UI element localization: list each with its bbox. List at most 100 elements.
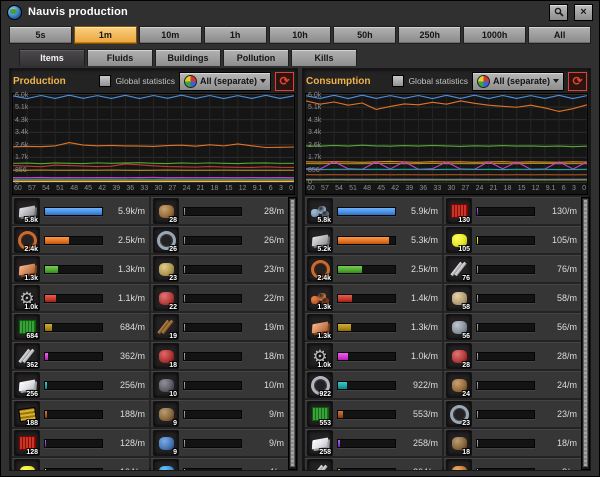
time-button-250h[interactable]: 250h [398,26,462,44]
search-button[interactable] [549,3,568,21]
item-entry[interactable]: 2.4k 2.5k/m [12,226,149,254]
item-entry[interactable]: 553 553/m [305,400,442,428]
item-entry[interactable]: 19 19/m [151,313,288,341]
item-entry[interactable]: ⚙ 1.0k 1.0k/m [305,342,442,370]
production-scrollbar[interactable] [288,197,297,470]
item-entry[interactable]: 28 28/m [444,342,581,370]
iron-ore-icon[interactable]: 5.8k [307,198,333,224]
item-entry[interactable]: 22 22/m [151,284,288,312]
copper-ore-icon[interactable]: 1.3k [307,285,333,311]
item-entry[interactable]: 9 9/m [151,429,288,457]
red-machine-item-icon[interactable]: 22 [153,285,179,311]
item-entry[interactable]: 76 76/m [444,255,581,283]
iron-plate-icon[interactable]: 5.8k [14,198,40,224]
transport-belt-icon[interactable]: 188 [14,401,40,427]
small-electric-pole-icon[interactable]: 19 [153,314,179,340]
item-entry[interactable]: 56 56/m [444,313,581,341]
item-entry[interactable]: 26 26/m [151,226,288,254]
item-entry[interactable]: 188 188/m [12,400,149,428]
global-statistics-checkbox[interactable] [99,75,112,87]
scrollbar-thumb[interactable] [290,199,295,467]
burner-drill-item-icon[interactable]: 8 [446,459,472,470]
close-button[interactable]: × [574,3,593,21]
refresh-button[interactable]: ⟳ [568,71,587,91]
electronic-circuit-icon[interactable]: 684 [14,314,40,340]
wooden-crate-item-icon[interactable]: 9 [153,401,179,427]
separation-dropdown[interactable]: All (separate) [178,71,271,91]
iron-stick-icon[interactable]: 362 [14,343,40,369]
copper-cable-icon[interactable]: 2.4k [307,256,333,282]
blue-gear-item-icon[interactable]: 9 [153,430,179,456]
blue-item-icon[interactable]: 4 [153,459,179,470]
advanced-circuit-icon[interactable]: 128 [14,430,40,456]
electronic-circuit-icon[interactable]: 553 [307,401,333,427]
wire-item-icon[interactable]: 922 [307,372,333,398]
stone-furnace-icon[interactable]: 58 [446,285,472,311]
item-entry[interactable]: 5.8k 5.9k/m [305,197,442,225]
item-entry[interactable]: 5.8k 5.9k/m [12,197,149,225]
engine-unit-icon[interactable]: 24 [446,372,472,398]
tab-items[interactable]: Items [19,49,85,66]
item-entry[interactable]: 105 105/m [444,226,581,254]
engine-unit-icon[interactable]: 28 [153,198,179,224]
copper-cable-icon[interactable]: 2.4k [14,227,40,253]
time-button-all[interactable]: All [528,26,592,44]
time-button-10h[interactable]: 10h [268,26,332,44]
time-button-50h[interactable]: 50h [333,26,397,44]
item-entry[interactable]: 362 362/m [12,342,149,370]
item-entry[interactable]: 258 258/m [305,429,442,457]
item-entry[interactable]: ⚙ 1.0k 1.1k/m [12,284,149,312]
item-entry[interactable]: 4 4/m [151,458,288,470]
scrollbar-thumb[interactable] [583,199,588,467]
steel-plate-icon[interactable]: 258 [307,430,333,456]
item-entry[interactable]: 128 128/m [12,429,149,457]
dark-machine-item-icon[interactable]: 10 [153,372,179,398]
item-entry[interactable]: 24 24/m [444,371,581,399]
copper-plate-icon[interactable]: 1.3k [307,314,333,340]
pipe-icon[interactable]: 23 [446,401,472,427]
item-entry[interactable]: 10 10/m [151,371,288,399]
item-entry[interactable]: 1.3k 1.4k/m [305,284,442,312]
consumption-scrollbar[interactable] [581,197,590,470]
barrel-item-icon[interactable]: 18 [446,430,472,456]
red-barrel-item-icon[interactable]: 18 [153,343,179,369]
iron-stick-icon[interactable]: 204 [307,459,333,470]
item-entry[interactable]: 104 104/m [12,458,149,470]
copper-plate-icon[interactable]: 1.3k [14,256,40,282]
item-entry[interactable]: 2.4k 2.5k/m [305,255,442,283]
time-button-1000h[interactable]: 1000h [463,26,527,44]
item-entry[interactable]: 8 8/m [444,458,581,470]
item-entry[interactable]: 922 922/m [305,371,442,399]
tab-pollution[interactable]: Pollution [223,49,289,66]
red-machine-item-icon[interactable]: 28 [446,343,472,369]
sulfur-icon[interactable]: 105 [446,227,472,253]
steel-plate-icon[interactable]: 256 [14,372,40,398]
electric-engine-unit-icon[interactable]: 23 [153,256,179,282]
time-button-1m[interactable]: 1m [73,26,137,44]
tab-fluids[interactable]: Fluids [87,49,153,66]
time-button-10m[interactable]: 10m [138,26,202,44]
item-entry[interactable]: 18 18/m [151,342,288,370]
time-button-5s[interactable]: 5s [9,26,72,44]
item-entry[interactable]: 23 23/m [151,255,288,283]
item-entry[interactable]: 23 23/m [444,400,581,428]
item-entry[interactable]: 18 18/m [444,429,581,457]
iron-plate-icon[interactable]: 5.2k [307,227,333,253]
item-entry[interactable]: 684 684/m [12,313,149,341]
refresh-button[interactable]: ⟳ [275,71,294,91]
tab-kills[interactable]: Kills [291,49,357,66]
iron-gear-wheel-icon[interactable]: ⚙ 1.0k [307,343,333,369]
item-entry[interactable]: 5.2k 5.3k/m [305,226,442,254]
item-entry[interactable]: 28 28/m [151,197,288,225]
item-entry[interactable]: 130 130/m [444,197,581,225]
iron-stick-icon[interactable]: 76 [446,256,472,282]
item-entry[interactable]: 58 58/m [444,284,581,312]
separation-dropdown[interactable]: All (separate) [471,71,564,91]
item-entry[interactable]: 256 256/m [12,371,149,399]
item-entry[interactable]: 9 9/m [151,400,288,428]
combinator-item-icon[interactable]: 56 [446,314,472,340]
time-button-1h[interactable]: 1h [203,26,267,44]
pipe-icon[interactable]: 26 [153,227,179,253]
iron-gear-wheel-icon[interactable]: ⚙ 1.0k [14,285,40,311]
global-statistics-checkbox[interactable] [392,75,405,87]
